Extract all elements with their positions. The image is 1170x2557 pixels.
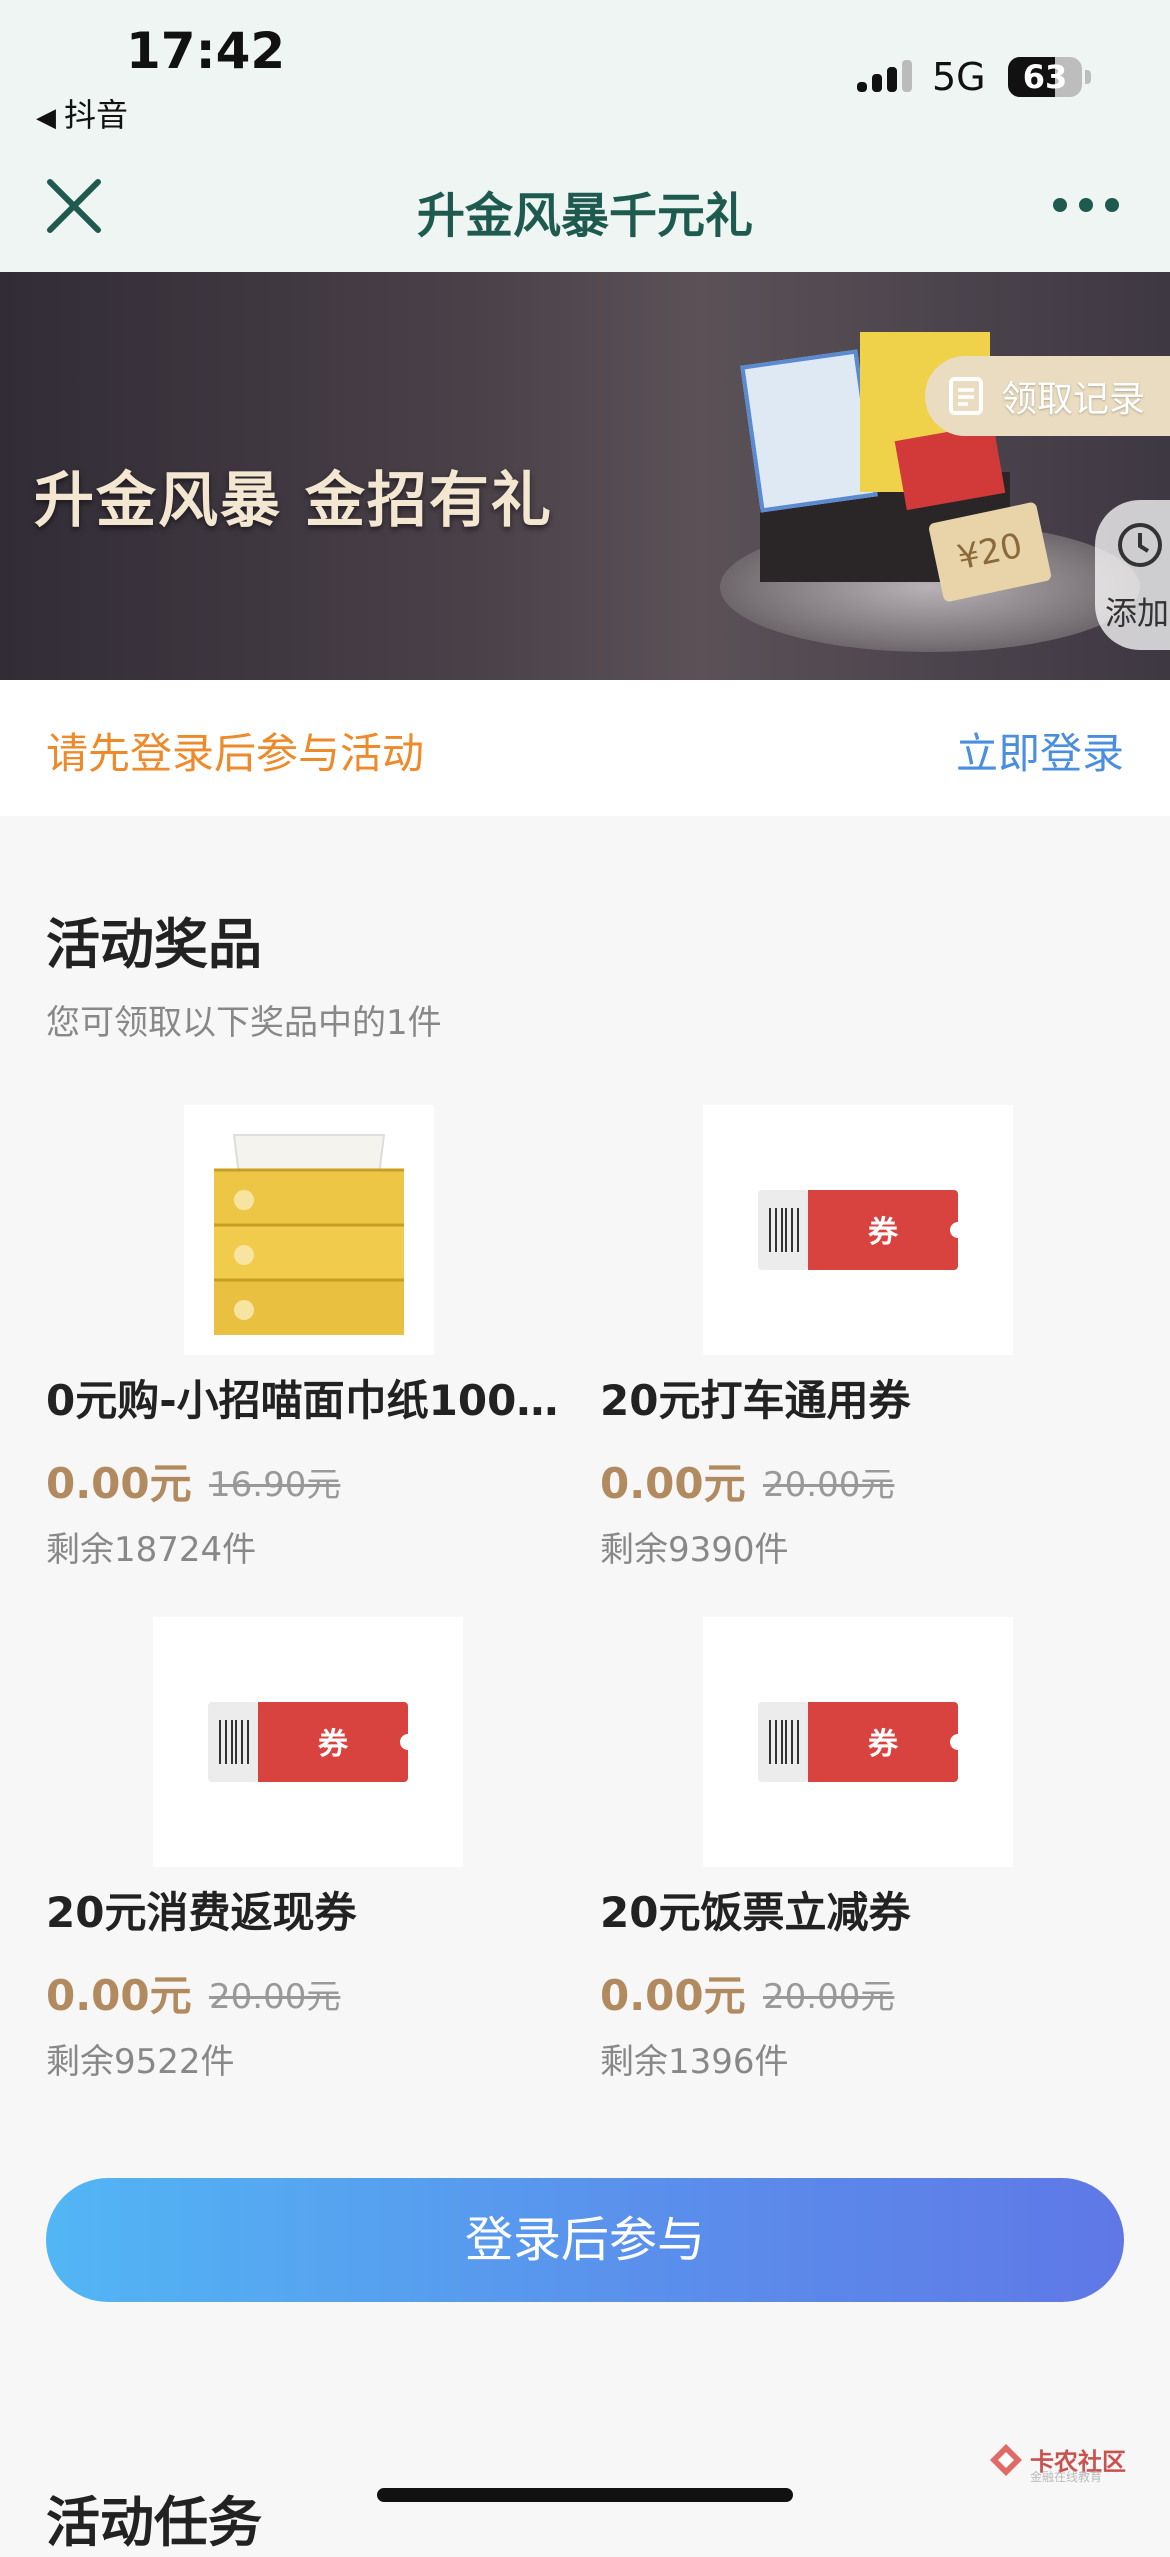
- coupon-ticket-icon: 券: [758, 1702, 958, 1782]
- coupon-ticket-icon: 券: [758, 1190, 958, 1270]
- prize-original-price: 20.00元: [763, 1465, 895, 1505]
- prize-price: 0.00元: [46, 1459, 192, 1508]
- battery-percent: 63: [1022, 58, 1068, 96]
- add-button[interactable]: 添加: [1095, 500, 1170, 650]
- prize-price: 0.00元: [600, 1459, 746, 1508]
- prize-stock: 剩余18724件: [46, 1530, 257, 1570]
- svg-text:券: 券: [868, 1727, 899, 1762]
- login-participate-button[interactable]: 登录后参与: [46, 2178, 1124, 2302]
- promo-banner: 升金风暴 金招有礼 ¥20 领取记录 添加: [0, 272, 1170, 680]
- tasks-title: 活动任务: [46, 2491, 262, 2554]
- prize-name: 20元饭票立减券: [600, 1888, 911, 1937]
- back-to-app[interactable]: ◀ 抖音: [36, 90, 128, 136]
- page-title: 升金风暴千元礼: [416, 188, 753, 244]
- tissue-box-image: [184, 1105, 434, 1355]
- prize-name: 20元打车通用券: [600, 1376, 911, 1425]
- top-header: 17:42 ◀ 抖音 5G 63 升金风暴千元礼: [0, 0, 1170, 272]
- login-prompt-bar: 请先登录后参与活动 立即登录: [0, 680, 1170, 816]
- watermark-logo-icon: [990, 2444, 1022, 2476]
- record-icon: [949, 377, 983, 415]
- coupon-image: 券: [703, 1617, 1013, 1867]
- battery-tip: [1085, 70, 1091, 84]
- claim-record-button[interactable]: 领取记录: [925, 356, 1170, 436]
- prize-price: 0.00元: [600, 1971, 746, 2020]
- watermark: 卡农社区 金融在线教育: [988, 2442, 1158, 2484]
- svg-text:券: 券: [318, 1727, 349, 1762]
- claim-record-label: 领取记录: [1001, 379, 1146, 420]
- back-triangle-icon: ◀: [36, 103, 56, 133]
- signal-icon: [857, 60, 912, 92]
- watermark-subtext: 金融在线教育: [1030, 2470, 1103, 2484]
- prize-card[interactable]: 券 20元饭票立减券 0.00元 20.00元 剩余1396件: [600, 1617, 1160, 2087]
- home-indicator[interactable]: [377, 2488, 793, 2502]
- prize-original-price: 20.00元: [209, 1977, 341, 2017]
- prize-card[interactable]: 券 20元消费返现券 0.00元 20.00元 剩余9522件: [46, 1617, 606, 2087]
- coupon-image: 券: [153, 1617, 463, 1867]
- prize-stock: 剩余1396件: [600, 2042, 789, 2082]
- status-time: 17:42: [126, 22, 286, 80]
- prize-original-price: 16.90元: [209, 1465, 341, 1505]
- login-tip: 请先登录后参与活动: [46, 729, 425, 778]
- prize-card[interactable]: 券 20元打车通用券 0.00元 20.00元 剩余9390件: [600, 1105, 1160, 1575]
- tissue-box-icon: [214, 1134, 404, 1335]
- coupon-image: 券: [703, 1105, 1013, 1355]
- banner-headline: 升金风暴 金招有礼: [34, 466, 553, 536]
- prizes-title: 活动奖品: [46, 913, 262, 976]
- prizes-subtitle: 您可领取以下奖品中的1件: [46, 1003, 442, 1043]
- banner-product-image: [740, 349, 878, 513]
- network-type: 5G: [932, 55, 986, 99]
- prize-stock: 剩余9522件: [46, 2042, 235, 2082]
- back-app-label: 抖音: [64, 96, 129, 134]
- svg-text:券: 券: [868, 1215, 899, 1250]
- battery-icon: 63: [1008, 57, 1082, 97]
- coupon-ticket-icon: 券: [208, 1702, 408, 1782]
- prize-name: 20元消费返现券: [46, 1888, 357, 1937]
- clock-icon: [1118, 523, 1162, 567]
- more-icon[interactable]: [1050, 190, 1122, 220]
- prize-original-price: 20.00元: [763, 1977, 895, 2017]
- prize-price: 0.00元: [46, 1971, 192, 2020]
- prize-stock: 剩余9390件: [600, 1530, 789, 1570]
- prize-card[interactable]: 0元购-小招喵面巾纸100… 0.00元 16.90元 剩余18724件: [46, 1105, 606, 1575]
- add-label: 添加: [1105, 594, 1170, 632]
- login-now-link[interactable]: 立即登录: [956, 720, 1124, 781]
- prize-name: 0元购-小招喵面巾纸100…: [46, 1376, 559, 1425]
